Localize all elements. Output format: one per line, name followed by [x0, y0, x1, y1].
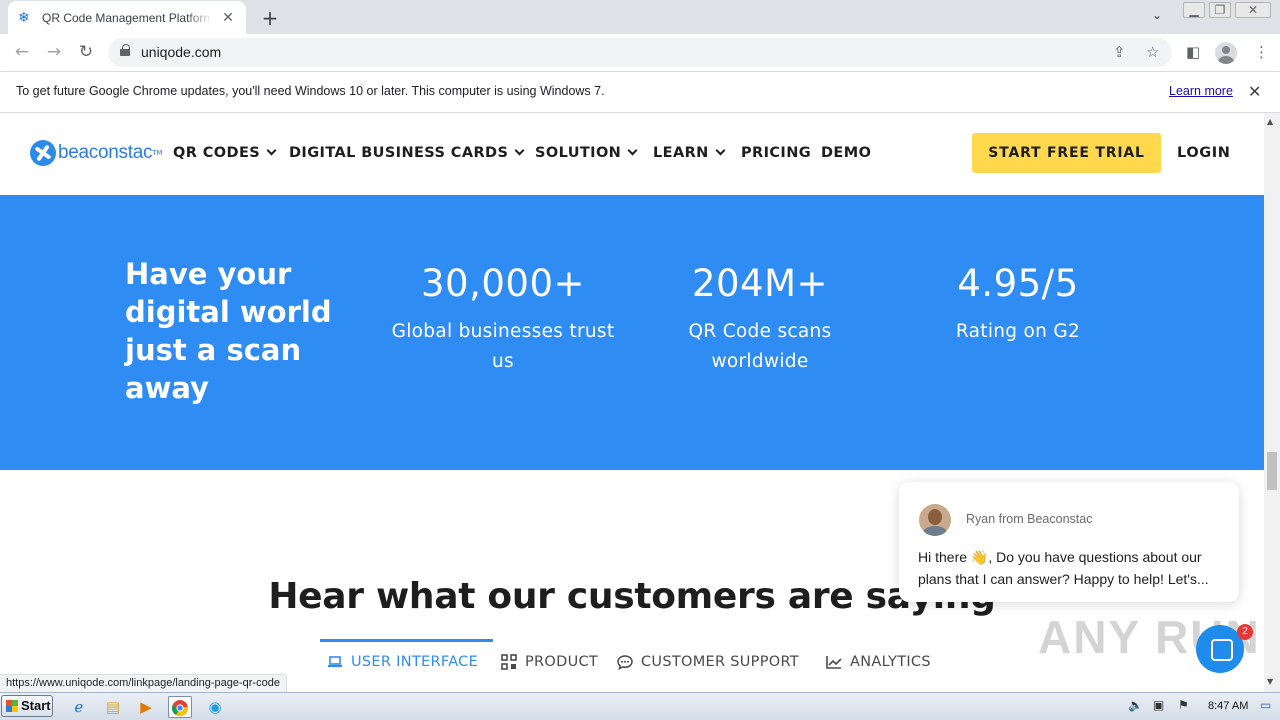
browser-tab-strip: ❄ QR Code Management Platform for m ✕ + … [0, 0, 1280, 34]
file-explorer-icon[interactable]: ▤ [101, 696, 125, 718]
chat-bubble-icon [617, 655, 633, 670]
stat-label: Rating on G2 [955, 321, 1081, 342]
chevron-down-icon [627, 145, 638, 156]
learn-more-link[interactable]: Learn more [1169, 84, 1233, 98]
qr-grid-icon [501, 654, 517, 670]
chevron-down-icon [266, 145, 277, 156]
start-button[interactable]: Start [1, 695, 53, 717]
tab-search-icon[interactable]: ⌄ [1152, 8, 1162, 22]
link-status-bubble: https://www.uniqode.com/linkpage/landing… [0, 674, 287, 692]
browser-toolbar: ← → ↻ uniqode.com ⇪ ☆ ◧ ⋮ [0, 34, 1280, 72]
windows-flag-icon [6, 700, 18, 712]
address-bar[interactable]: uniqode.com ⇪ ☆ [108, 38, 1172, 67]
restore-button[interactable]: ❐ [1209, 2, 1231, 18]
taskbar-clock[interactable]: 8:47 AM [1208, 700, 1248, 712]
action-center-flag-icon[interactable]: ⚑ [1178, 698, 1189, 712]
nav-digital-business-cards[interactable]: DIGITAL BUSINESS CARDS [289, 145, 525, 161]
new-tab-button[interactable]: + [260, 6, 280, 30]
nav-demo[interactable]: DEMO [821, 145, 871, 161]
stat-businesses: 30,000+ Global businesses trust us [378, 261, 628, 377]
scroll-up-arrow-icon[interactable]: ▲ [1267, 117, 1273, 126]
logo-trademark: TM [152, 149, 163, 157]
site-favicon-icon: ❄ [18, 9, 30, 26]
stat-rating: 4.95/5 Rating on G2 [893, 261, 1143, 347]
volume-icon[interactable]: 🔈 [1128, 698, 1143, 712]
start-free-trial-button[interactable]: START FREE TRIAL [972, 133, 1161, 173]
stat-value: 4.95/5 [957, 262, 1079, 305]
trend-chart-icon [826, 656, 842, 669]
active-tab-indicator [320, 639, 493, 642]
browser-tab[interactable]: ❄ QR Code Management Platform for m ✕ [8, 1, 246, 34]
chrome-icon[interactable] [168, 696, 192, 718]
logo-mark-icon [30, 140, 56, 166]
side-panel-icon[interactable]: ◧ [1186, 43, 1200, 61]
lock-icon[interactable] [120, 44, 130, 56]
tab-user-interface[interactable]: USER INTERFACE [327, 654, 478, 670]
share-icon[interactable]: ⇪ [1113, 43, 1126, 61]
back-arrow-icon[interactable]: ← [11, 42, 33, 62]
laptop-icon [328, 656, 342, 667]
infobar-message: To get future Google Chrome updates, you… [16, 84, 605, 98]
hero-title: Have your digital world just a scan away [125, 257, 332, 405]
tab-analytics[interactable]: ANALYTICS [826, 654, 931, 670]
nav-qr-codes[interactable]: QR CODES [173, 145, 277, 161]
stat-value: 30,000+ [421, 262, 585, 305]
network-icon[interactable]: ▣ [1153, 698, 1164, 712]
unread-badge: 2 [1237, 624, 1253, 640]
stat-label: QR Code scans worldwide [688, 321, 832, 372]
stat-label: Global businesses trust us [391, 321, 615, 372]
agent-avatar [919, 504, 951, 536]
url-text[interactable]: uniqode.com [141, 44, 221, 60]
tab-customer-support[interactable]: CUSTOMER SUPPORT [617, 654, 799, 670]
page-viewport: beaconstac TM QR CODES DIGITAL BUSINESS … [0, 113, 1264, 692]
profile-avatar-icon[interactable] [1215, 42, 1237, 64]
nav-learn[interactable]: LEARN [653, 145, 726, 161]
login-link[interactable]: LOGIN [1177, 145, 1230, 161]
show-desktop-icon[interactable]: ▭ [1260, 698, 1271, 712]
forward-arrow-icon[interactable]: → [43, 42, 65, 62]
menu-kebab-icon[interactable]: ⋮ [1254, 43, 1269, 61]
close-window-button[interactable]: ✕ [1235, 2, 1271, 18]
nav-pricing[interactable]: PRICING [741, 145, 811, 161]
scroll-thumb[interactable] [1267, 452, 1277, 490]
media-player-icon[interactable]: ▶ [134, 696, 158, 718]
stat-value: 204M+ [691, 262, 829, 305]
bookmark-star-icon[interactable]: ☆ [1146, 43, 1159, 61]
beaconstac-logo[interactable]: beaconstac TM [30, 140, 163, 166]
chevron-down-icon [514, 145, 525, 156]
update-infobar: To get future Google Chrome updates, you… [0, 72, 1280, 113]
tab-product[interactable]: PRODUCT [501, 654, 598, 670]
nav-solution[interactable]: SOLUTION [535, 145, 638, 161]
logo-text: beaconstac [58, 142, 153, 163]
chat-sender: Ryan from Beaconstac [966, 512, 1093, 526]
chevron-down-icon [715, 145, 726, 156]
site-header: beaconstac TM QR CODES DIGITAL BUSINESS … [0, 113, 1264, 195]
edge-icon[interactable]: ◉ [203, 696, 227, 718]
chat-message: Hi there 👋, Do you have questions about … [918, 549, 1209, 587]
windows-taskbar: Start ℯ ▤ ▶ ◉ 🔈 ▣ ⚑ 8:47 AM ▭ [0, 692, 1280, 720]
scroll-down-arrow-icon[interactable]: ▼ [1267, 677, 1273, 686]
chat-preview-card[interactable]: Ryan from Beaconstac Hi there 👋, Do you … [899, 482, 1239, 602]
infobar-close-icon[interactable]: ✕ [1248, 82, 1261, 101]
tab-close-icon[interactable]: ✕ [220, 10, 236, 26]
stats-hero: Have your digital world just a scan away… [0, 195, 1264, 470]
reload-icon[interactable]: ↻ [75, 42, 97, 62]
internet-explorer-icon[interactable]: ℯ [67, 696, 91, 718]
stat-scans: 204M+ QR Code scans worldwide [635, 261, 885, 377]
page-scrollbar[interactable]: ▲ ▼ [1264, 113, 1280, 692]
minimize-button[interactable]: ▁ [1183, 2, 1205, 18]
tab-title: QR Code Management Platform for m [42, 10, 212, 25]
